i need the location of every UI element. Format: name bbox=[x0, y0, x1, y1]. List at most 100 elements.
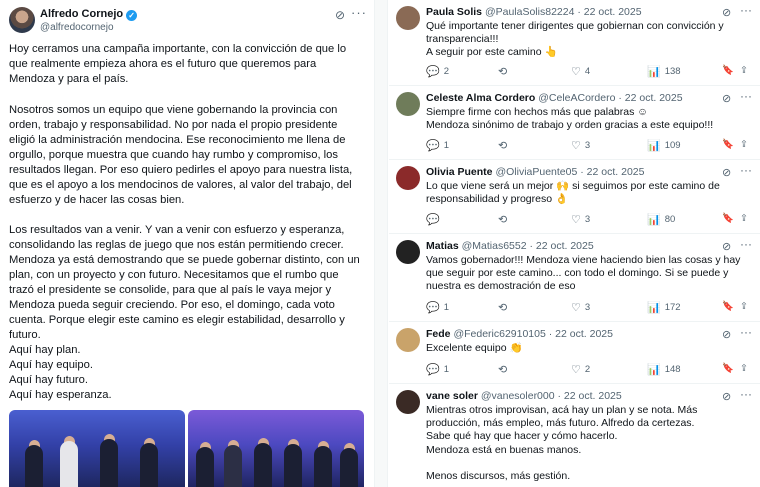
closing-line: Aquí hay futuro. bbox=[9, 374, 88, 386]
grok-icon[interactable]: ⊘ bbox=[722, 6, 731, 19]
bookmark-icon[interactable]: 🔖 bbox=[722, 139, 734, 150]
like-button[interactable]: ♡ 3 bbox=[571, 139, 590, 152]
like-count: 2 bbox=[584, 364, 591, 375]
main-post: Alfredo Cornejo ✓ @alfredocornejo ⊘ ··· H… bbox=[0, 0, 372, 487]
views-button[interactable]: 📊 109 bbox=[647, 139, 681, 152]
more-options-icon[interactable]: ··· bbox=[740, 325, 752, 339]
reply-author-name[interactable]: Olivia Puente bbox=[426, 166, 493, 178]
reply-header: Fede @Federic62910105 · 22 oct. 2025 bbox=[426, 328, 613, 340]
bookmark-icon[interactable]: 🔖 bbox=[722, 213, 734, 224]
retweet-button[interactable]: ⟲ bbox=[498, 363, 511, 376]
photo-person bbox=[224, 445, 242, 487]
reply-date[interactable]: · 22 oct. 2025 bbox=[549, 328, 613, 340]
reply-author-name[interactable]: Fede bbox=[426, 328, 451, 340]
views-button[interactable]: 📊 148 bbox=[647, 363, 681, 376]
post-photo[interactable] bbox=[188, 410, 364, 487]
grok-icon[interactable]: ⊘ bbox=[722, 390, 731, 403]
photo-person bbox=[140, 443, 158, 487]
reply-author-name[interactable]: vane soler bbox=[426, 390, 478, 402]
reply-item[interactable]: Fede @Federic62910105 · 22 oct. 2025 ⊘ ·… bbox=[389, 322, 760, 384]
reply-item[interactable]: Matias @Matias6552 · 22 oct. 2025 ⊘ ··· … bbox=[389, 234, 760, 322]
retweet-button[interactable]: ⟲ bbox=[498, 301, 511, 314]
reply-actions: 💬 1 ⟲ ♡ 3 📊 172 🔖 ⇪ bbox=[426, 301, 756, 315]
grok-icon[interactable]: ⊘ bbox=[722, 328, 731, 341]
reply-handle[interactable]: @CeleACordero bbox=[538, 92, 615, 104]
verified-badge-icon: ✓ bbox=[126, 10, 138, 21]
like-button[interactable]: ♡ 3 bbox=[571, 213, 590, 226]
views-button[interactable]: 📊 80 bbox=[647, 213, 675, 226]
grok-icon[interactable]: ⊘ bbox=[722, 240, 731, 253]
retweet-button[interactable]: ⟲ bbox=[498, 139, 511, 152]
share-icon[interactable]: ⇪ bbox=[740, 139, 748, 150]
reply-date[interactable]: · 22 oct. 2025 bbox=[577, 6, 641, 18]
like-button[interactable]: ♡ 3 bbox=[571, 301, 590, 314]
reply-header: Matias @Matias6552 · 22 oct. 2025 bbox=[426, 240, 594, 252]
reply-text-line: Mendoza sinónimo de trabajo y orden grac… bbox=[426, 119, 714, 132]
reply-avatar[interactable] bbox=[396, 240, 420, 264]
reply-item[interactable]: Celeste Alma Cordero @CeleACordero · 22 … bbox=[389, 86, 760, 160]
grok-icon[interactable]: ⊘ bbox=[335, 8, 345, 22]
view-count: 138 bbox=[664, 66, 681, 77]
reply-handle[interactable]: @PaulaSolis82224 bbox=[485, 6, 574, 18]
reply-count: 2 bbox=[443, 66, 449, 77]
reply-handle[interactable]: @Federic62910105 bbox=[453, 328, 545, 340]
reply-button[interactable]: 💬 1 bbox=[426, 363, 449, 376]
more-options-icon[interactable]: ··· bbox=[740, 3, 752, 17]
share-icon[interactable]: ⇪ bbox=[740, 65, 748, 76]
reply-button[interactable]: 💬 1 bbox=[426, 301, 449, 314]
reply-text-line: Sabe qué hay que hacer y cómo hacerlo. bbox=[426, 430, 618, 443]
share-icon[interactable]: ⇪ bbox=[740, 301, 748, 312]
reply-item[interactable]: Paula Solis @PaulaSolis82224 · 22 oct. 2… bbox=[389, 0, 760, 86]
reply-button[interactable]: 💬 2 bbox=[426, 65, 449, 78]
post-paragraph: Hoy cerramos una campaña importante, con… bbox=[9, 43, 347, 85]
reply-handle[interactable]: @OliviaPuente05 bbox=[495, 166, 577, 178]
more-options-icon[interactable]: ··· bbox=[740, 237, 752, 251]
reply-date[interactable]: · 22 oct. 2025 bbox=[580, 166, 644, 178]
share-icon[interactable]: ⇪ bbox=[740, 213, 748, 224]
reply-header: Paula Solis @PaulaSolis82224 · 22 oct. 2… bbox=[426, 6, 642, 18]
like-button[interactable]: ♡ 2 bbox=[571, 363, 590, 376]
post-photo[interactable] bbox=[9, 410, 185, 487]
photo-person bbox=[25, 445, 43, 487]
like-button[interactable]: ♡ 4 bbox=[571, 65, 590, 78]
views-button[interactable]: 📊 138 bbox=[647, 65, 681, 78]
reply-date[interactable]: · 22 oct. 2025 bbox=[529, 240, 593, 252]
retweet-button[interactable]: ⟲ bbox=[498, 65, 511, 78]
reply-author-name[interactable]: Paula Solis bbox=[426, 6, 482, 18]
reply-avatar[interactable] bbox=[396, 328, 420, 352]
reply-author-name[interactable]: Matias bbox=[426, 240, 459, 252]
reply-button[interactable]: 💬 1 bbox=[426, 139, 449, 152]
reply-item[interactable]: vane soler @vanesoler000 · 22 oct. 2025 … bbox=[389, 384, 760, 487]
reply-author-name[interactable]: Celeste Alma Cordero bbox=[426, 92, 535, 104]
reply-icon: 💬 bbox=[426, 140, 440, 152]
reply-avatar[interactable] bbox=[396, 166, 420, 190]
views-button[interactable]: 📊 172 bbox=[647, 301, 681, 314]
bookmark-icon[interactable]: 🔖 bbox=[722, 65, 734, 76]
reply-text: Mientras otros improvisan, acá hay un pl… bbox=[426, 404, 752, 483]
share-icon[interactable]: ⇪ bbox=[740, 363, 748, 374]
reply-item[interactable]: Olivia Puente @OliviaPuente05 · 22 oct. … bbox=[389, 160, 760, 234]
reply-button[interactable]: 💬 bbox=[426, 213, 444, 226]
reply-avatar[interactable] bbox=[396, 92, 420, 116]
bookmark-icon[interactable]: 🔖 bbox=[722, 301, 734, 312]
more-options-icon[interactable]: ··· bbox=[740, 89, 752, 103]
reply-text: Excelente equipo 👏 bbox=[426, 342, 752, 355]
more-options-icon[interactable]: ··· bbox=[740, 163, 752, 177]
grok-icon[interactable]: ⊘ bbox=[722, 166, 731, 179]
retweet-button[interactable]: ⟲ bbox=[498, 213, 511, 226]
reply-handle[interactable]: @Matias6552 bbox=[462, 240, 527, 252]
more-options-icon[interactable]: ··· bbox=[351, 5, 367, 20]
reply-date[interactable]: · 22 oct. 2025 bbox=[618, 92, 682, 104]
reply-avatar[interactable] bbox=[396, 6, 420, 30]
retweet-icon: ⟲ bbox=[498, 302, 508, 314]
author-name[interactable]: Alfredo Cornejo bbox=[40, 8, 123, 20]
reply-date[interactable]: · 22 oct. 2025 bbox=[558, 390, 622, 402]
grok-icon[interactable]: ⊘ bbox=[722, 92, 731, 105]
author-handle[interactable]: @alfredocornejo bbox=[40, 22, 114, 33]
author-avatar[interactable] bbox=[9, 7, 35, 33]
reply-avatar[interactable] bbox=[396, 390, 420, 414]
more-options-icon[interactable]: ··· bbox=[740, 387, 752, 401]
author-name-row[interactable]: Alfredo Cornejo ✓ bbox=[40, 8, 138, 21]
reply-handle[interactable]: @vanesoler000 bbox=[481, 390, 555, 402]
bookmark-icon[interactable]: 🔖 bbox=[722, 363, 734, 374]
